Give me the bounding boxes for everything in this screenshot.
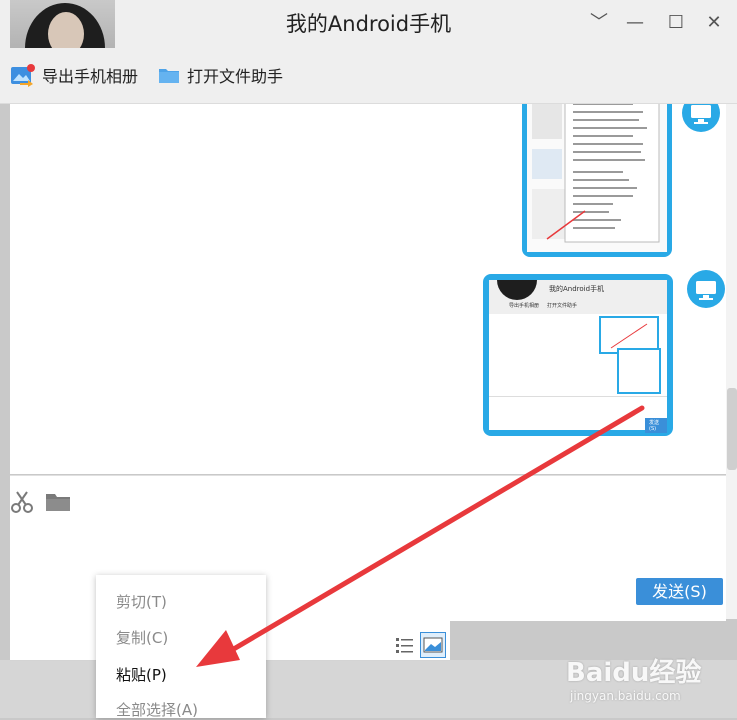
- watermark: Baidu经验 jingyan.baidu.com: [566, 652, 726, 712]
- annotation-arrow: [196, 405, 645, 667]
- watermark-url: jingyan.baidu.com: [570, 689, 681, 703]
- watermark-brand: Baidu经验: [566, 658, 702, 688]
